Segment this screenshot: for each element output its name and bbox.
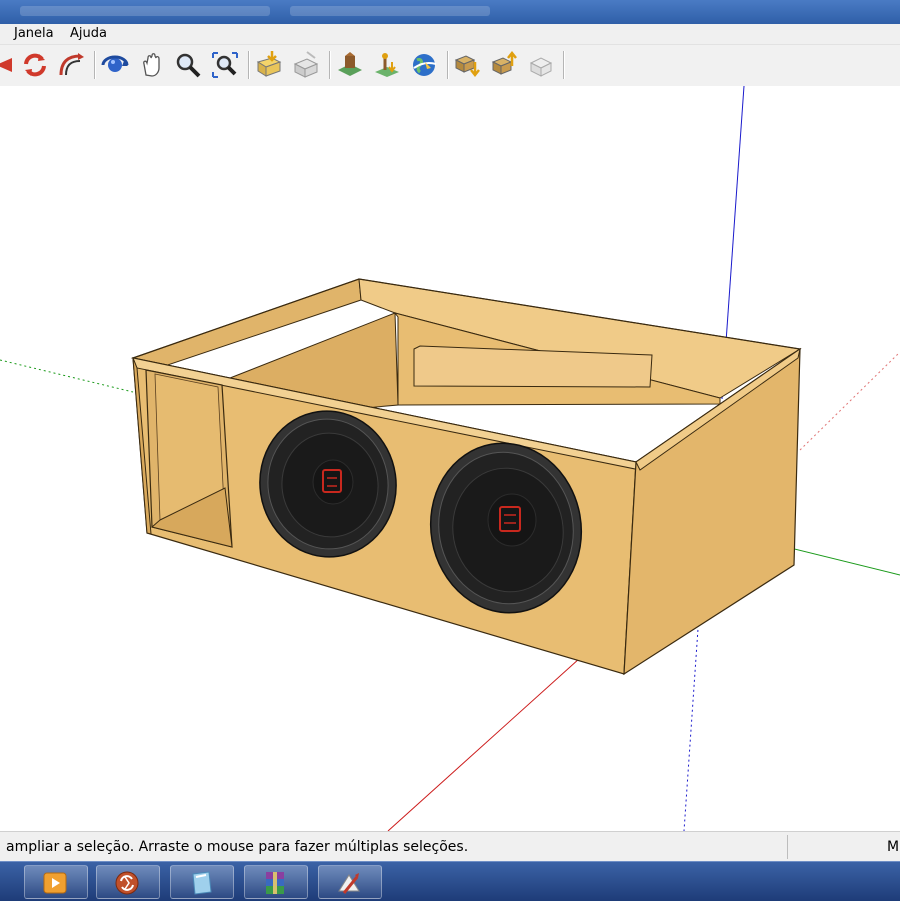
- green-axis-dotted: [0, 359, 134, 393]
- extension-warehouse-icon[interactable]: [526, 50, 556, 80]
- previous-view-icon[interactable]: [0, 50, 18, 80]
- get-components-icon[interactable]: [453, 50, 483, 80]
- taskbar-media-player[interactable]: [24, 865, 88, 899]
- status-bar: ampliar a seleção. Arraste o mouse para …: [0, 831, 900, 862]
- add-location-icon[interactable]: [335, 50, 365, 80]
- toolbar-separator: [94, 51, 96, 79]
- orbit-icon[interactable]: [100, 50, 130, 80]
- title-bar-blurred-area: [290, 6, 490, 16]
- toolbar-separator: [447, 51, 449, 79]
- speaker-box-model: [0, 86, 900, 831]
- taskbar-glass-window[interactable]: [170, 865, 234, 899]
- toggle-terrain-icon[interactable]: [372, 50, 402, 80]
- 3d-viewport[interactable]: [0, 86, 900, 831]
- toolbar: [0, 45, 900, 87]
- red-axis-hidden: [387, 639, 601, 831]
- refresh-icon[interactable]: [20, 50, 50, 80]
- status-text: ampliar a seleção. Arraste o mouse para …: [6, 839, 469, 855]
- sketchup-icon: [338, 873, 360, 894]
- winrar-icon: [266, 872, 284, 894]
- share-component-icon[interactable]: [490, 50, 520, 80]
- toolbar-separator: [563, 51, 565, 79]
- get-models-icon[interactable]: [254, 50, 284, 80]
- status-divider: [787, 835, 788, 859]
- toolbar-separator: [329, 51, 331, 79]
- menu-janela[interactable]: Janela: [14, 26, 54, 41]
- menu-bar: Janela Ajuda: [0, 24, 900, 45]
- measurements-label: M: [887, 839, 900, 855]
- share-model-icon[interactable]: [291, 50, 321, 80]
- zoom-extents-icon[interactable]: [210, 50, 240, 80]
- redo-camera-icon[interactable]: [56, 50, 86, 80]
- title-bar-blurred-area: [20, 6, 270, 16]
- pan-hand-icon[interactable]: [137, 50, 167, 80]
- google-earth-icon[interactable]: [409, 50, 439, 80]
- media-player-icon: [43, 872, 67, 894]
- menu-ajuda[interactable]: Ajuda: [70, 26, 107, 41]
- red-axis-dotted: [799, 351, 900, 451]
- taskbar-winrar[interactable]: [244, 865, 308, 899]
- window-title-bar: [0, 0, 900, 24]
- taskbar-sync-app[interactable]: [96, 865, 160, 899]
- taskbar: [0, 861, 900, 901]
- taskbar-sketchup[interactable]: [318, 865, 382, 899]
- toolbar-separator: [248, 51, 250, 79]
- zoom-icon[interactable]: [173, 50, 203, 80]
- glass-window-icon: [192, 871, 212, 895]
- sync-app-icon: [115, 871, 139, 895]
